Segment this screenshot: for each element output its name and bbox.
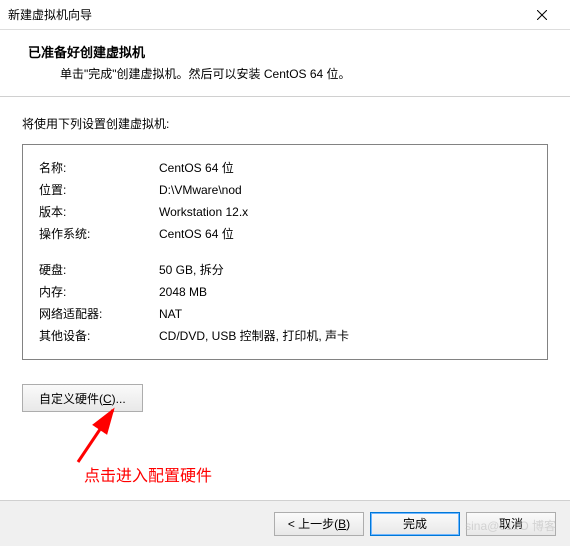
settings-summary-box: 名称:CentOS 64 位 位置:D:\VMware\nod 版本:Works… <box>22 144 548 360</box>
btn-text-post: ) <box>346 517 350 531</box>
header-heading: 已准备好创建虚拟机 <box>28 42 542 61</box>
row-name: 名称:CentOS 64 位 <box>39 157 531 179</box>
row-label: 其他设备: <box>39 325 159 347</box>
row-network: 网络适配器:NAT <box>39 303 531 325</box>
row-value: CentOS 64 位 <box>159 157 531 179</box>
row-version: 版本:Workstation 12.x <box>39 201 531 223</box>
row-label: 硬盘: <box>39 259 159 281</box>
row-label: 名称: <box>39 157 159 179</box>
btn-key: B <box>338 517 346 531</box>
close-icon <box>537 10 547 20</box>
row-value: Workstation 12.x <box>159 201 531 223</box>
btn-key: C <box>103 392 112 406</box>
row-value: 50 GB, 拆分 <box>159 259 531 281</box>
row-memory: 内存:2048 MB <box>39 281 531 303</box>
btn-text-pre: < 上一步( <box>288 517 338 531</box>
customize-hardware-button[interactable]: 自定义硬件(C)... <box>22 384 143 412</box>
btn-text-post: )... <box>112 392 126 406</box>
header-subtext: 单击"完成"创建虚拟机。然后可以安装 CentOS 64 位。 <box>28 65 542 82</box>
row-disk: 硬盘:50 GB, 拆分 <box>39 259 531 281</box>
annotation-text: 点击进入配置硬件 <box>84 462 212 486</box>
row-value: 2048 MB <box>159 281 531 303</box>
row-label: 网络适配器: <box>39 303 159 325</box>
titlebar: 新建虚拟机向导 <box>0 0 570 30</box>
cancel-button[interactable]: 取消 <box>466 512 556 536</box>
window-title: 新建虚拟机向导 <box>8 6 522 23</box>
wizard-header: 已准备好创建虚拟机 单击"完成"创建虚拟机。然后可以安装 CentOS 64 位… <box>0 30 570 97</box>
row-other: 其他设备:CD/DVD, USB 控制器, 打印机, 声卡 <box>39 325 531 347</box>
row-label: 操作系统: <box>39 223 159 245</box>
row-value: CD/DVD, USB 控制器, 打印机, 声卡 <box>159 325 531 347</box>
back-button[interactable]: < 上一步(B) <box>274 512 364 536</box>
row-label: 位置: <box>39 179 159 201</box>
settings-label: 将使用下列设置创建虚拟机: <box>22 115 548 132</box>
wizard-footer: < 上一步(B) 完成 取消 <box>0 500 570 546</box>
btn-text-pre: 自定义硬件( <box>39 392 103 406</box>
row-label: 内存: <box>39 281 159 303</box>
row-location: 位置:D:\VMware\nod <box>39 179 531 201</box>
row-value: D:\VMware\nod <box>159 179 531 201</box>
finish-button[interactable]: 完成 <box>370 512 460 536</box>
row-os: 操作系统:CentOS 64 位 <box>39 223 531 245</box>
close-button[interactable] <box>522 3 562 27</box>
row-label: 版本: <box>39 201 159 223</box>
row-value: CentOS 64 位 <box>159 223 531 245</box>
wizard-content: 将使用下列设置创建虚拟机: 名称:CentOS 64 位 位置:D:\VMwar… <box>0 97 570 422</box>
row-value: NAT <box>159 303 531 325</box>
